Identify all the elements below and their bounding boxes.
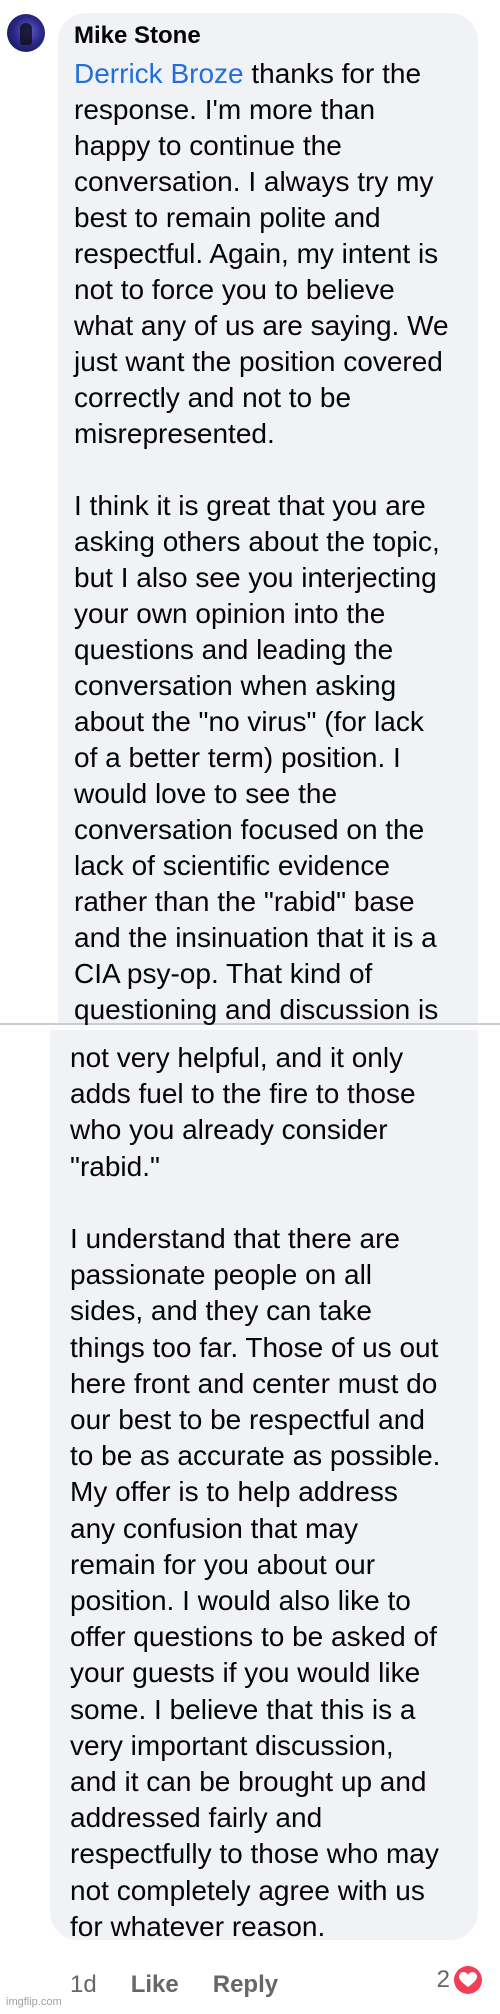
- avatar-figure: [20, 23, 32, 45]
- comment-timestamp[interactable]: 1d: [70, 1971, 97, 1999]
- like-button[interactable]: Like: [131, 1971, 179, 1999]
- reaction-summary[interactable]: 2: [437, 1966, 482, 1994]
- reply-button[interactable]: Reply: [213, 1971, 278, 1999]
- comment-actions: 1d Like Reply: [70, 1968, 278, 2002]
- comment-author[interactable]: Mike Stone: [74, 22, 201, 50]
- reaction-count: 2: [436, 1966, 450, 1993]
- watermark: imgflip.com: [6, 1996, 62, 2008]
- comment-text-part1: Derrick Broze thanks for the response. I…: [74, 56, 474, 1028]
- comment-text-part2: not very helpful, and it only adds fuel …: [70, 1042, 441, 1942]
- mention-link[interactable]: Derrick Broze: [74, 58, 244, 89]
- heart-icon: [454, 1966, 482, 1994]
- avatar[interactable]: [7, 14, 45, 52]
- comment-text-body1: thanks for the response. I'm more than h…: [74, 58, 449, 1025]
